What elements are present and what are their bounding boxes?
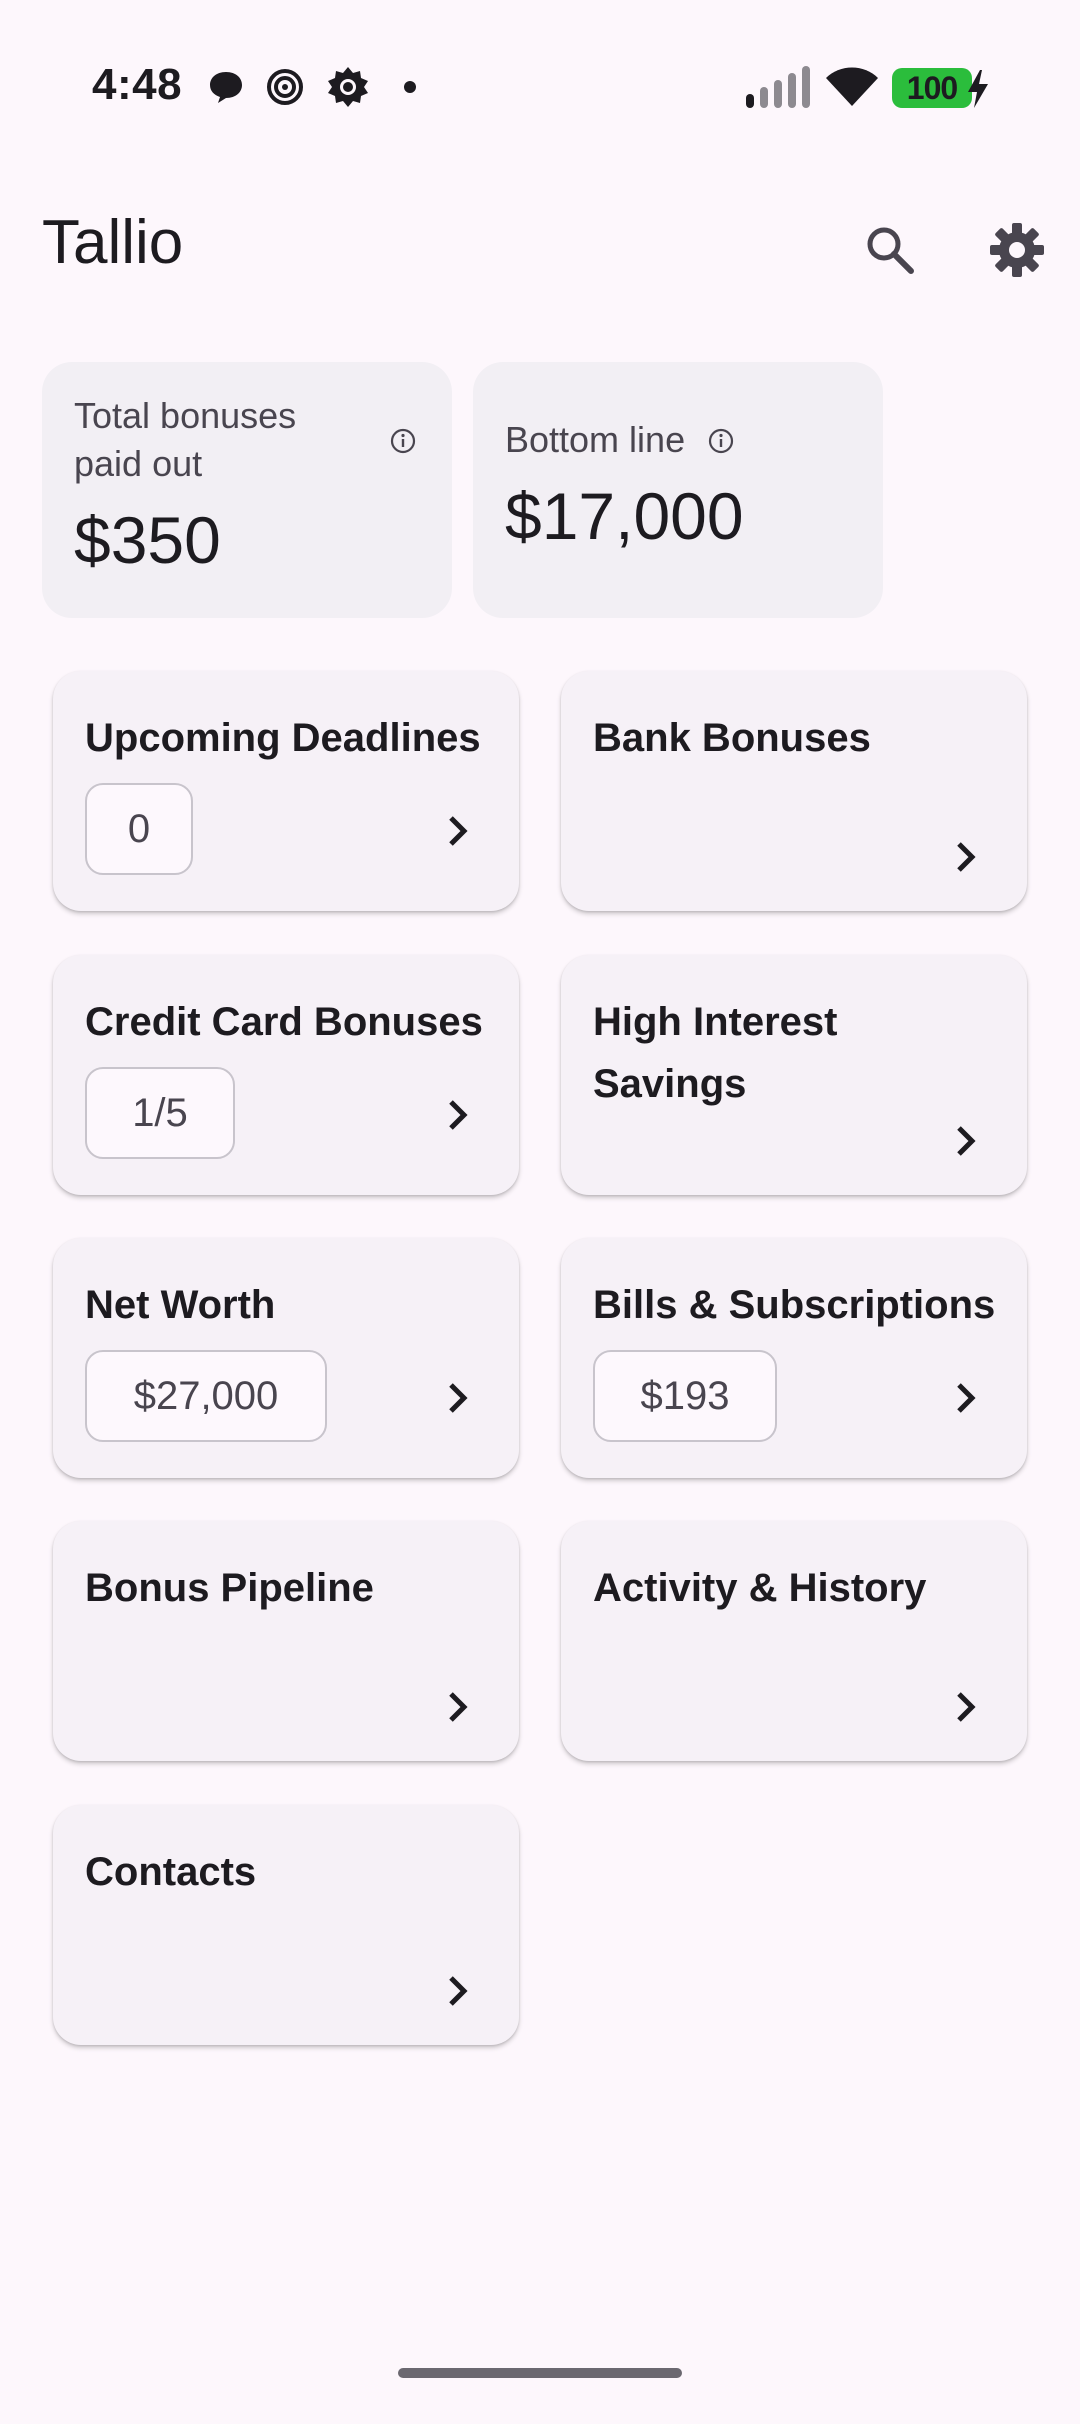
tile-credit-card-bonuses[interactable]: Credit Card Bonuses 1/5 bbox=[53, 955, 519, 1195]
tile-title: Bank Bonuses bbox=[593, 716, 871, 760]
info-icon[interactable] bbox=[708, 428, 734, 454]
spiral-notification-icon bbox=[267, 69, 303, 105]
total-bonuses-card: Total bonuses paid out $350 bbox=[42, 362, 452, 618]
search-icon bbox=[867, 227, 914, 274]
chevron-right-icon bbox=[957, 1126, 976, 1156]
badge-notification-icon bbox=[328, 67, 368, 107]
tile-title: Activity & History bbox=[593, 1566, 927, 1610]
tile-bank-bonuses[interactable]: Bank Bonuses bbox=[561, 671, 1027, 911]
total-bonuses-label: Total bonuses paid out bbox=[74, 395, 297, 484]
home-gesture-bar[interactable] bbox=[398, 2368, 682, 2378]
tile-activity-history[interactable]: Activity & History bbox=[561, 1521, 1027, 1761]
cellular-signal-icon bbox=[746, 66, 810, 108]
tile-value-chip: $193 bbox=[593, 1350, 777, 1442]
tile-upcoming-deadlines[interactable]: Upcoming Deadlines 0 bbox=[53, 671, 519, 911]
bottom-line-card: Bottom line $17,000 bbox=[473, 362, 883, 618]
chevron-right-icon bbox=[957, 842, 976, 872]
chevron-right-icon bbox=[449, 816, 468, 846]
tile-title: Contacts bbox=[85, 1850, 257, 1894]
battery-indicator: 100 bbox=[892, 68, 972, 108]
info-icon[interactable] bbox=[390, 428, 416, 454]
bottom-line-label: Bottom line bbox=[505, 419, 686, 460]
tile-count-chip: 0 bbox=[85, 783, 193, 875]
wifi-icon bbox=[826, 67, 878, 106]
settings-button[interactable] bbox=[982, 215, 1052, 285]
search-button[interactable] bbox=[855, 215, 925, 285]
tile-bills-subscriptions[interactable]: Bills & Subscriptions $193 bbox=[561, 1238, 1027, 1478]
tile-value-chip: $27,000 bbox=[85, 1350, 327, 1442]
more-notifications-dot-icon bbox=[404, 81, 416, 93]
tile-contacts[interactable]: Contacts bbox=[53, 1805, 519, 2045]
tile-title: Bills & Subscriptions bbox=[593, 1283, 996, 1327]
chevron-right-icon bbox=[449, 1383, 468, 1413]
tile-title: High Interest Savings bbox=[593, 1000, 838, 1106]
chevron-right-icon bbox=[957, 1692, 976, 1722]
bottom-line-value: $17,000 bbox=[505, 479, 744, 553]
tile-title: Upcoming Deadlines bbox=[85, 716, 481, 760]
tile-net-worth[interactable]: Net Worth $27,000 bbox=[53, 1238, 519, 1478]
chevron-right-icon bbox=[449, 1976, 468, 2006]
chevron-right-icon bbox=[449, 1100, 468, 1130]
tile-title: Bonus Pipeline bbox=[85, 1566, 374, 1610]
chevron-right-icon bbox=[449, 1692, 468, 1722]
chevron-right-icon bbox=[957, 1383, 976, 1413]
battery-level: 100 bbox=[906, 69, 958, 106]
tile-title: Credit Card Bonuses bbox=[85, 1000, 483, 1044]
tile-progress-chip: 1/5 bbox=[85, 1067, 235, 1159]
app-bar: Tallio bbox=[0, 175, 1080, 315]
total-bonuses-value: $350 bbox=[74, 503, 221, 577]
settings-gear-icon bbox=[990, 223, 1044, 277]
tile-bonus-pipeline[interactable]: Bonus Pipeline bbox=[53, 1521, 519, 1761]
tile-high-interest-savings[interactable]: High Interest Savings bbox=[561, 955, 1027, 1195]
message-notification-icon bbox=[210, 72, 242, 103]
tile-title: Net Worth bbox=[85, 1283, 276, 1327]
charging-bolt-icon bbox=[968, 70, 988, 108]
app-title: Tallio bbox=[42, 208, 184, 277]
status-time: 4:48 bbox=[92, 60, 183, 109]
status-bar: 4:48 100 bbox=[0, 0, 1080, 175]
